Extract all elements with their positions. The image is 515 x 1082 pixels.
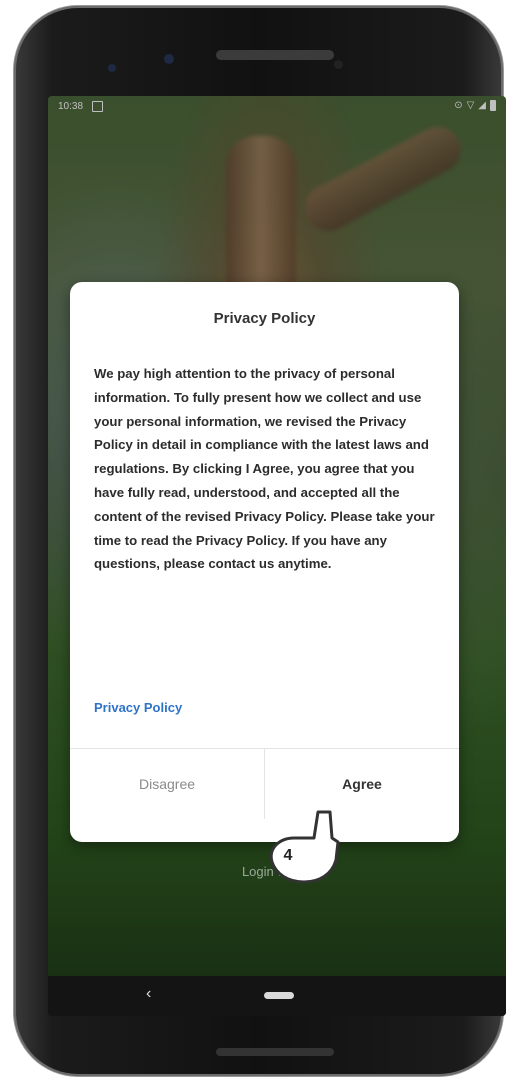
front-camera: [164, 54, 174, 64]
navigation-bar: ‹: [48, 976, 506, 1016]
privacy-policy-dialog: Privacy Policy We pay high attention to …: [70, 282, 459, 842]
bottom-speaker: [216, 1048, 334, 1056]
home-button[interactable]: [264, 992, 294, 999]
privacy-policy-link[interactable]: Privacy Policy: [94, 700, 182, 715]
earpiece-speaker: [216, 50, 334, 60]
disagree-button[interactable]: Disagree: [70, 749, 265, 819]
proximity-sensor: [334, 60, 343, 69]
dialog-body-text: We pay high attention to the privacy of …: [94, 366, 435, 572]
back-icon[interactable]: ‹: [146, 985, 151, 1003]
front-sensor: [108, 64, 116, 72]
step-number-badge: 4: [283, 847, 293, 864]
dialog-title: Privacy Policy: [213, 310, 316, 327]
